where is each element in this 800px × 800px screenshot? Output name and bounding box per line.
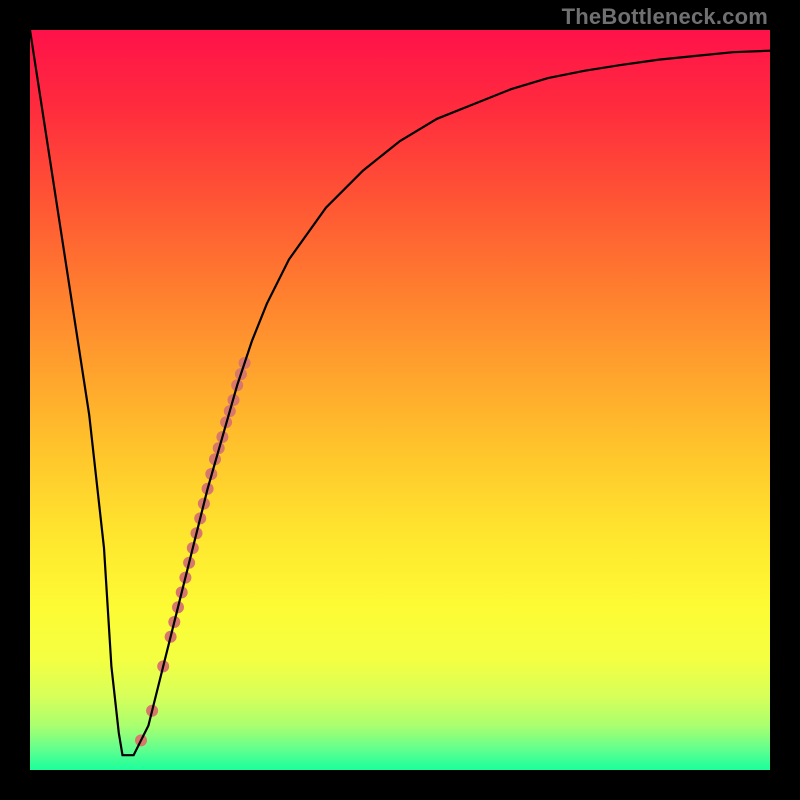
curve-path [30, 30, 770, 755]
plot-area [30, 30, 770, 770]
chart-frame: TheBottleneck.com [0, 0, 800, 800]
watermark: TheBottleneck.com [562, 4, 768, 30]
chart-svg [30, 30, 770, 770]
